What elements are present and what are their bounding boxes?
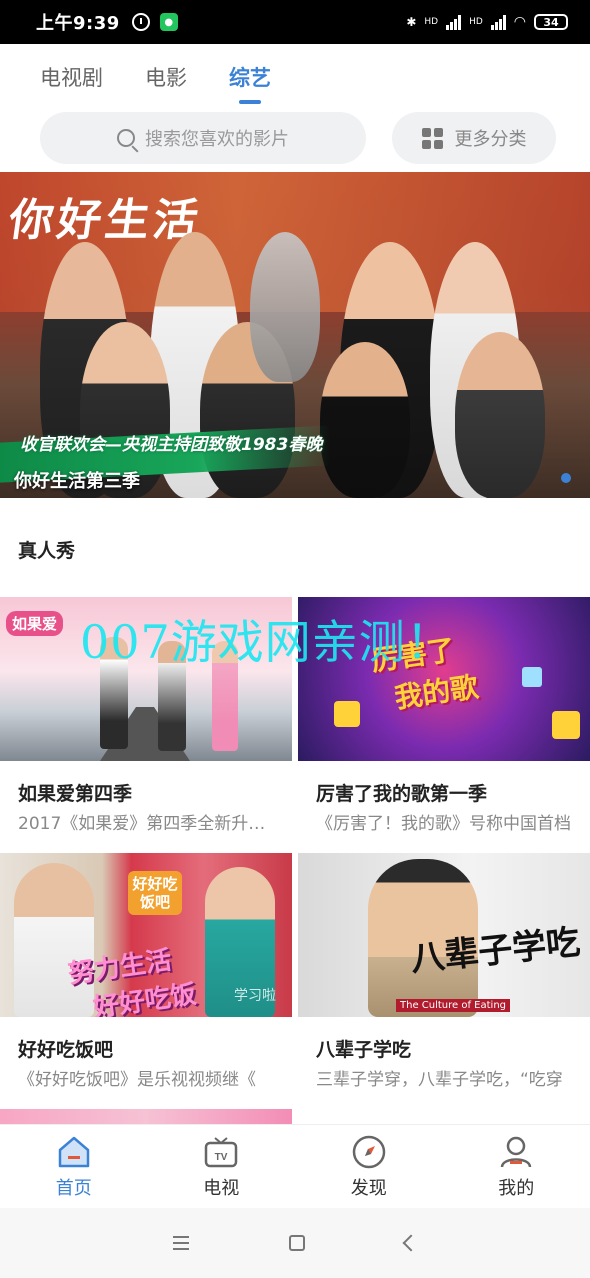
wifi-icon: ◠ [513, 14, 526, 30]
show-card[interactable]: 好好吃饭吧 努力生活 好好吃饭 学习啦 好好吃饭吧 《好好吃饭吧》是乐视视频继《 [0, 853, 292, 1090]
show-description: 《好好吃饭吧》是乐视视频继《 [18, 1070, 256, 1090]
recent-apps-icon[interactable] [173, 1236, 189, 1250]
show-description: 三辈子学穿，八辈子学吃，“吃穿 [316, 1070, 563, 1090]
nav-profile[interactable]: 我的 [443, 1125, 590, 1208]
hd-label: HD [469, 17, 483, 27]
banner-logo: 你好生活 [5, 195, 205, 246]
show-title: 好好吃饭吧 [18, 1039, 114, 1061]
category-tabs: 电视剧 电影 综艺 [0, 44, 590, 110]
show-art-cube [334, 701, 360, 727]
status-bar: 上午9:39 ● ✱ HD HD ◠ 34 [0, 0, 590, 44]
search-row: 搜索您喜欢的影片 更多分类 [40, 112, 558, 164]
show-art-cube [552, 711, 580, 739]
show-card-partial[interactable] [0, 1109, 292, 1125]
tab-movies[interactable]: 电影 [145, 62, 187, 92]
system-navigation-bar [0, 1208, 590, 1278]
show-art-watermark: 学习啦 [234, 988, 276, 1004]
bottom-navigation: 首页 TV 电视 发现 我的 [0, 1124, 590, 1208]
section-title: 真人秀 [18, 540, 76, 562]
show-art-logo: 如果爱 [6, 611, 64, 636]
banner-subline: 收官联欢会—央视主持团致敬1983春晚 [20, 435, 323, 455]
watermark-overlay: 007游戏网亲测！ [80, 615, 453, 669]
nav-tv[interactable]: TV 电视 [148, 1125, 296, 1208]
show-art-caption: The Culture of Eating [396, 999, 511, 1012]
nav-discover-label: 发现 [350, 1177, 387, 1199]
nav-home-label: 首页 [55, 1177, 92, 1199]
show-thumbnail: 八辈子学吃 The Culture of Eating [298, 853, 590, 1017]
nav-discover[interactable]: 发现 [295, 1125, 443, 1208]
status-time: 上午9:39 [36, 13, 120, 34]
profile-icon [501, 1136, 532, 1167]
more-categories-button[interactable]: 更多分类 [392, 112, 556, 164]
hd-label: HD [424, 17, 439, 27]
show-title: 如果爱第四季 [18, 783, 133, 805]
banner-person [320, 342, 410, 498]
home-icon [58, 1136, 89, 1167]
tv-icon: TV [205, 1136, 238, 1167]
bluetooth-icon: ✱ [406, 15, 417, 29]
battery-icon: 34 [534, 14, 568, 30]
show-art-badge: 好好吃饭吧 [128, 871, 182, 915]
search-placeholder: 搜索您喜欢的影片 [145, 129, 289, 150]
show-art-cube [522, 667, 542, 687]
show-thumbnail: 好好吃饭吧 努力生活 好好吃饭 学习啦 [0, 853, 292, 1017]
banner-person [250, 232, 320, 382]
show-card[interactable]: 八辈子学吃 The Culture of Eating 八辈子学吃 三辈子学穿，… [298, 853, 590, 1090]
search-input[interactable]: 搜索您喜欢的影片 [40, 112, 366, 164]
wechat-icon: ● [159, 13, 178, 31]
nav-tv-label: 电视 [203, 1177, 240, 1199]
banner-page-indicator [561, 473, 571, 483]
more-categories-label: 更多分类 [454, 129, 527, 150]
signal-icon [446, 14, 462, 30]
compass-icon [352, 1135, 385, 1168]
banner-title: 你好生活第三季 [14, 471, 140, 492]
show-description: 《厉害了！我的歌》号称中国首档 [316, 814, 571, 834]
back-icon[interactable] [402, 1234, 420, 1252]
svg-text:TV: TV [215, 1152, 228, 1163]
banner-person [455, 332, 545, 498]
show-title: 八辈子学吃 [316, 1039, 412, 1061]
tab-variety[interactable]: 综艺 [229, 62, 271, 104]
show-description: 2017《如果爱》第四季全新升级， [18, 814, 280, 834]
nav-profile-label: 我的 [498, 1177, 535, 1199]
grid-icon [421, 127, 443, 149]
alarm-clock-icon [131, 13, 150, 31]
nav-home[interactable]: 首页 [0, 1125, 148, 1208]
search-icon [117, 129, 135, 147]
tab-tv-series[interactable]: 电视剧 [40, 62, 103, 92]
show-title: 厉害了我的歌第一季 [316, 783, 488, 805]
system-home-icon[interactable] [289, 1235, 305, 1251]
signal-icon [490, 14, 506, 30]
featured-banner[interactable]: 你好生活 收官联欢会—央视主持团致敬1983春晚 你好生活第三季 [0, 172, 590, 498]
